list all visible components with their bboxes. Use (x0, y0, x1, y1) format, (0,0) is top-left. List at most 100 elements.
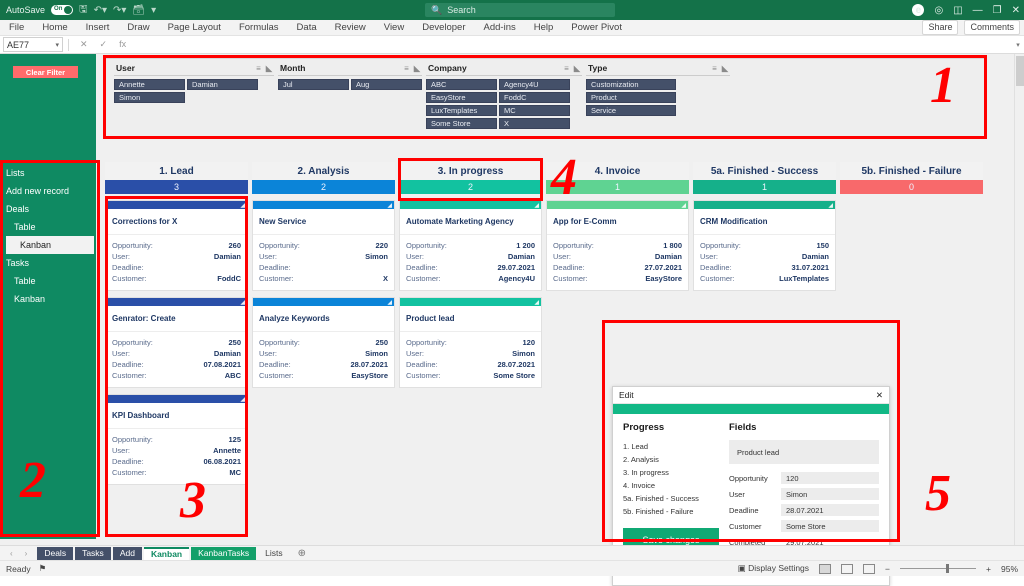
kanban-card[interactable]: ◢Corrections for XOpportunity:260User:Da… (105, 200, 248, 291)
comments-button[interactable]: Comments (964, 20, 1020, 35)
autosave-toggle[interactable]: On (51, 5, 73, 15)
ribbon-tab-formulas[interactable]: Formulas (230, 20, 288, 36)
scrollbar-thumb[interactable] (1016, 56, 1024, 86)
slicer-item[interactable]: Damian (187, 79, 258, 90)
progress-option-analysis[interactable]: 2. Analysis (623, 453, 719, 466)
ribbon-tab-data[interactable]: Data (288, 20, 326, 36)
progress-option-invoice[interactable]: 4. Invoice (623, 479, 719, 492)
edit-card-icon[interactable]: ◢ (387, 202, 392, 209)
slicer-item[interactable]: Product (586, 92, 676, 103)
slicer-item[interactable]: Annette (114, 79, 185, 90)
multi-select-icon[interactable]: ≡ (712, 64, 717, 73)
slicer-item[interactable]: Agency4U (499, 79, 570, 90)
kanban-card[interactable]: ◢KPI DashboardOpportunity:125User:Annett… (105, 394, 248, 485)
ribbon-tab-file[interactable]: File (0, 20, 33, 36)
sheet-tab-lists[interactable]: Lists (258, 547, 289, 560)
sheet-tab-tasks[interactable]: Tasks (75, 547, 111, 560)
ribbon-tab-review[interactable]: Review (326, 20, 375, 36)
zoom-slider-knob[interactable] (946, 564, 949, 573)
display-settings-button[interactable]: ▣ Display Settings (738, 563, 809, 574)
save-icon[interactable]: 🖫 (79, 2, 88, 19)
accessibility-icon[interactable]: ⚑ (39, 563, 47, 574)
kanban-card[interactable]: ◢CRM ModificationOpportunity:150User:Dam… (693, 200, 836, 291)
customize-quick-access-icon[interactable]: ▾ (151, 5, 156, 16)
slicer-item[interactable]: X (499, 118, 570, 129)
sheet-tab-kanban[interactable]: Kanban (144, 547, 189, 560)
slicer-item[interactable]: EasyStore (426, 92, 497, 103)
page-layout-view-icon[interactable] (841, 564, 853, 574)
close-icon[interactable]: ✕ (876, 390, 883, 401)
account-avatar[interactable]: e (912, 4, 924, 16)
expand-formula-bar-icon[interactable]: ▾ (1012, 41, 1024, 49)
field-value-customer[interactable]: Some Store (781, 520, 879, 532)
normal-view-icon[interactable] (819, 564, 831, 574)
slicer-item[interactable]: Aug (351, 79, 422, 90)
clear-filter-icon[interactable]: ◣ (414, 64, 420, 73)
ribbon-tab-home[interactable]: Home (33, 20, 76, 36)
edit-card-icon[interactable]: ◢ (534, 202, 539, 209)
clear-filter-icon[interactable]: ◣ (266, 64, 272, 73)
share-button[interactable]: Share (922, 20, 958, 35)
kanban-card[interactable]: ◢Analyze KeywordsOpportunity:250User:Sim… (252, 297, 395, 388)
maximize-button[interactable]: ❐ (993, 5, 1002, 16)
edit-card-icon[interactable]: ◢ (387, 299, 392, 306)
close-button[interactable]: ✕ (1012, 5, 1020, 16)
cancel-entry-icon[interactable]: ✕ (80, 39, 88, 50)
ribbon-tab-help[interactable]: Help (525, 20, 563, 36)
next-sheet-icon[interactable]: › (25, 549, 28, 558)
formula-input[interactable] (132, 37, 1012, 52)
add-sheet-icon[interactable]: ⊕ (298, 548, 306, 559)
restore-down-icon[interactable]: ◫ (953, 5, 962, 16)
edit-card-icon[interactable]: ◢ (681, 202, 686, 209)
sidebar-item-deals-kanban[interactable]: Kanban (6, 236, 94, 254)
progress-option-finished-failure[interactable]: 5b. Finished - Failure (623, 505, 719, 518)
ribbon-tab-page-layout[interactable]: Page Layout (159, 20, 230, 36)
insert-function-icon[interactable]: fx (119, 39, 126, 50)
ribbon-tab-power-pivot[interactable]: Power Pivot (562, 20, 631, 36)
edit-card-icon[interactable]: ◢ (240, 396, 245, 403)
ribbon-tab-view[interactable]: View (375, 20, 413, 36)
sidebar-item-deals-table[interactable]: Table (0, 218, 96, 236)
undo-icon[interactable]: ↶▾ (94, 5, 107, 16)
name-box[interactable]: AE77 ▾ (3, 37, 63, 52)
vertical-scrollbar[interactable] (1014, 54, 1024, 554)
zoom-slider[interactable] (900, 568, 976, 569)
progress-option-lead[interactable]: 1. Lead (623, 440, 719, 453)
edit-card-icon[interactable]: ◢ (240, 202, 245, 209)
kanban-card[interactable]: ◢Automate Marketing AgencyOpportunity:1 … (399, 200, 542, 291)
confirm-entry-icon[interactable]: ✓ (100, 39, 108, 50)
record-title-field[interactable]: Product lead (729, 440, 879, 464)
field-value-user[interactable]: Simon (781, 488, 879, 500)
sheet-tab-kanbantasks[interactable]: KanbanTasks (191, 547, 256, 560)
sidebar-item-deals[interactable]: Deals (0, 200, 96, 218)
sidebar-item-add-new-record[interactable]: Add new record (0, 182, 96, 200)
clear-filter-button[interactable]: Clear Filter (13, 66, 78, 78)
page-break-preview-icon[interactable] (863, 564, 875, 574)
zoom-level-label[interactable]: 95% (1001, 564, 1018, 574)
sidebar-item-tasks-table[interactable]: Table (0, 272, 96, 290)
slicer-item[interactable]: LuxTemplates (426, 105, 497, 116)
search-box[interactable]: 🔍 Search (425, 3, 615, 17)
touch-mode-icon[interactable]: 🗃 (132, 5, 145, 16)
edit-card-icon[interactable]: ◢ (240, 299, 245, 306)
kanban-card[interactable]: ◢App for E-CommOpportunity:1 800User:Dam… (546, 200, 689, 291)
zoom-in-button[interactable]: + (986, 564, 991, 574)
kanban-card[interactable]: ◢New ServiceOpportunity:220User:SimonDea… (252, 200, 395, 291)
clear-filter-icon[interactable]: ◣ (574, 64, 580, 73)
slicer-item[interactable]: Some Store (426, 118, 497, 129)
multi-select-icon[interactable]: ≡ (256, 64, 261, 73)
slicer-item[interactable]: FoddC (499, 92, 570, 103)
redo-icon[interactable]: ↷▾ (113, 5, 126, 16)
progress-option-in-progress[interactable]: 3. In progress (623, 466, 719, 479)
clear-filter-icon[interactable]: ◣ (722, 64, 728, 73)
multi-select-icon[interactable]: ≡ (564, 64, 569, 73)
field-value-opportunity[interactable]: 120 (781, 472, 879, 484)
sheet-tab-deals[interactable]: Deals (37, 547, 73, 560)
sidebar-item-tasks-kanban[interactable]: Kanban (0, 290, 96, 308)
slicer-item[interactable]: Customization (586, 79, 676, 90)
slicer-item[interactable]: Simon (114, 92, 185, 103)
slicer-item[interactable]: Service (586, 105, 676, 116)
ribbon-display-options-icon[interactable]: ◎ (934, 5, 943, 16)
previous-sheet-icon[interactable]: ‹ (10, 549, 13, 558)
ribbon-tab-draw[interactable]: Draw (118, 20, 158, 36)
